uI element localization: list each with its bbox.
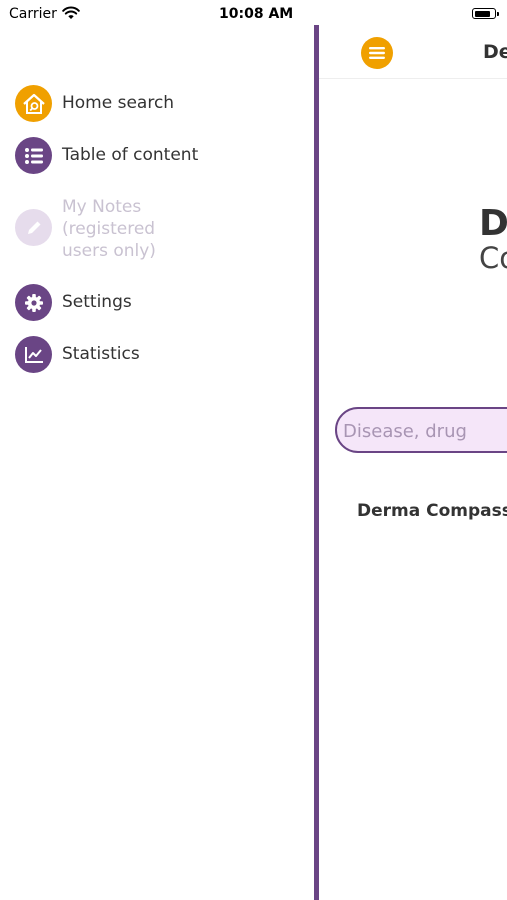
menu-item-home-search[interactable]: Home search [15, 85, 174, 122]
top-bar: De [319, 25, 507, 79]
battery-icon [472, 8, 499, 19]
brand-title: D [479, 203, 507, 244]
wifi-icon [62, 5, 80, 24]
menu-item-statistics[interactable]: Statistics [15, 336, 140, 373]
status-bar: Carrier 10:08 AM [0, 0, 507, 28]
chart-icon [15, 336, 52, 373]
menu-item-my-notes: My Notes (registered users only) [15, 196, 172, 262]
menu-item-label: Statistics [62, 344, 140, 364]
home-search-icon [15, 85, 52, 122]
menu-item-label: Table of content [62, 145, 199, 165]
menu-item-label: My Notes (registered users only) [62, 197, 156, 261]
main-panel: De D Co Derma Compass [319, 25, 507, 900]
page-title: De [483, 41, 507, 63]
menu-item-label: Home search [62, 93, 175, 113]
menu-item-label: Settings [62, 292, 132, 312]
menu-item-settings[interactable]: Settings [15, 284, 132, 321]
clock: 10:08 AM [219, 6, 294, 22]
hamburger-menu-button[interactable] [361, 37, 393, 69]
search-input[interactable] [341, 420, 507, 443]
brand-subtitle: Co [479, 241, 507, 275]
carrier-label: Carrier [9, 6, 57, 22]
hamburger-icon [369, 47, 385, 59]
menu-item-table-of-content[interactable]: Table of content [15, 137, 198, 174]
list-icon [15, 137, 52, 174]
pencil-icon [15, 209, 52, 246]
gear-icon [15, 284, 52, 321]
search-bar[interactable] [335, 407, 507, 453]
app-name-label: Derma Compass [357, 501, 507, 521]
